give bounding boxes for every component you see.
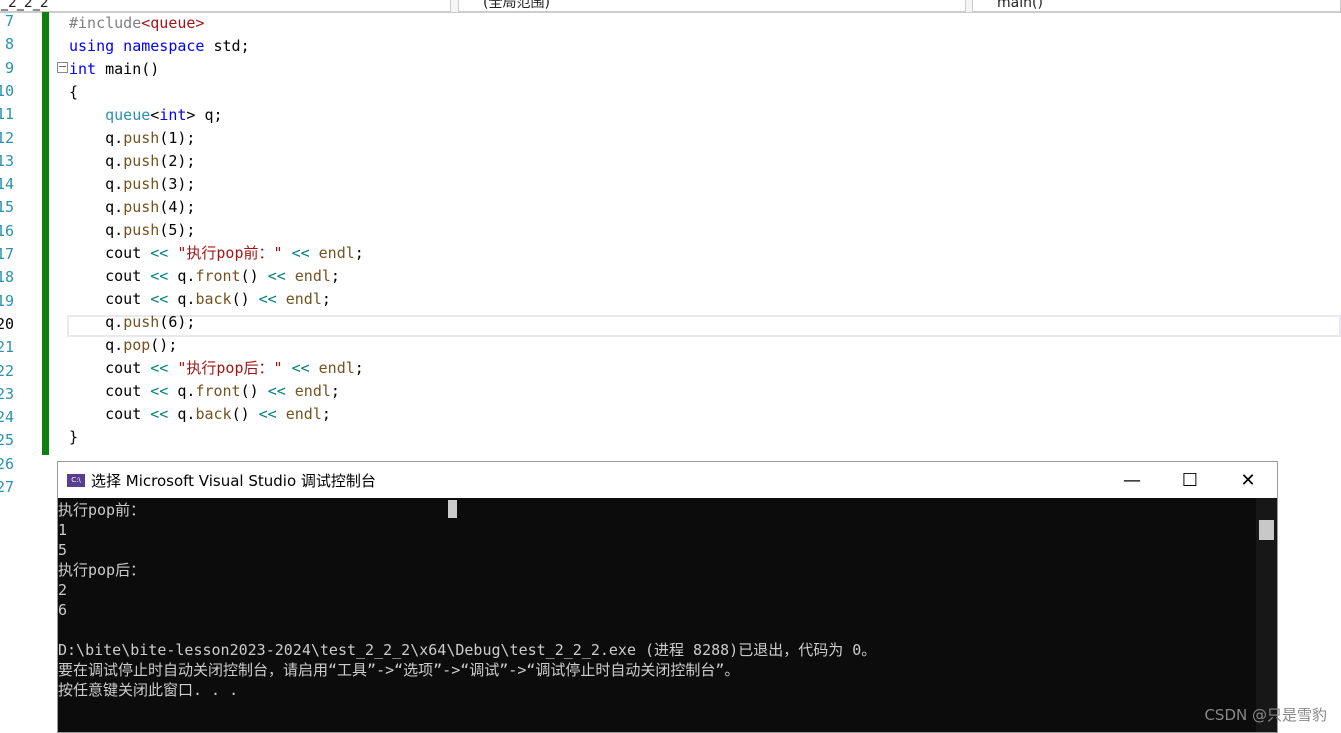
line-number: 27 — [0, 478, 14, 496]
line-number: 22 — [0, 361, 14, 380]
console-app-icon: C:\ — [67, 473, 85, 487]
change-indicator-bar — [42, 12, 49, 455]
line-number: 23 — [0, 384, 14, 403]
line-number: 20 — [0, 314, 14, 333]
close-button[interactable]: ✕ — [1219, 462, 1277, 498]
console-output: 执行pop前： 1 5 执行pop后： 2 6 D:\bite\bite-les… — [58, 501, 877, 699]
line-number: 12 — [0, 128, 14, 147]
line-number: 15 — [0, 198, 14, 217]
scope-dropdown[interactable]: (全局范围) — [458, 0, 966, 12]
line-number: 9 — [4, 58, 14, 77]
member-dropdown[interactable]: main() — [972, 0, 1341, 12]
line-number: 18 — [0, 268, 14, 287]
console-title: 选择 Microsoft Visual Studio 调试控制台 — [91, 471, 376, 490]
scrollbar-thumb[interactable] — [1259, 520, 1274, 540]
line-number: 17 — [0, 245, 14, 263]
line-number: 26 — [0, 454, 14, 473]
line-number: 10 — [0, 81, 14, 100]
line-number: 24 — [0, 408, 14, 427]
code-editor[interactable]: #include<queue> using namespace std; int… — [69, 12, 364, 449]
console-title-bar: C:\ 选择 Microsoft Visual Studio 调试控制台 — ☐… — [58, 462, 1277, 498]
line-number: 16 — [0, 221, 14, 240]
line-number: 21 — [0, 338, 14, 357]
collapse-toggle-icon[interactable]: − — [57, 61, 68, 73]
minimize-button[interactable]: — — [1103, 462, 1161, 498]
project-dropdown[interactable]: _2_2_2 — [0, 0, 451, 12]
line-number: 11 — [0, 105, 14, 124]
maximize-button[interactable]: ☐ — [1161, 462, 1219, 498]
line-number: 13 — [0, 151, 14, 170]
console-scrollbar[interactable] — [1256, 498, 1277, 732]
watermark: CSDN @只是雪豹 — [1204, 706, 1327, 724]
text-cursor — [448, 500, 457, 518]
line-number: 14 — [0, 175, 14, 194]
line-number: 8 — [4, 35, 14, 54]
line-number: 19 — [0, 291, 14, 310]
line-number: 7 — [4, 12, 14, 30]
line-number: 25 — [0, 431, 14, 450]
debug-console-window: C:\ 选择 Microsoft Visual Studio 调试控制台 — ☐… — [57, 461, 1278, 733]
